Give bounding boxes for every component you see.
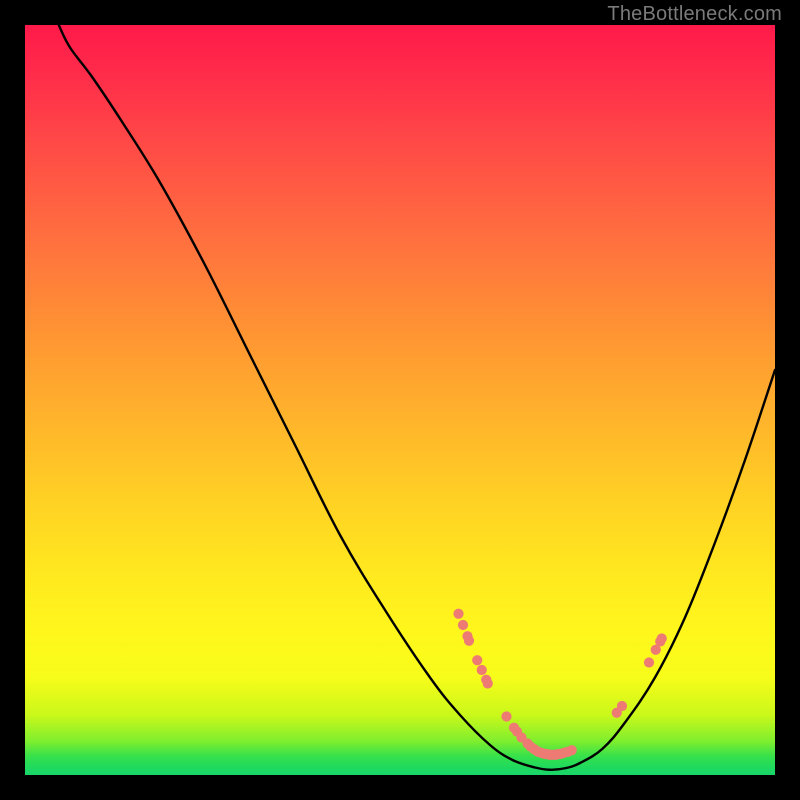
data-marker [458, 620, 468, 630]
bottleneck-curve [59, 25, 775, 770]
data-marker [472, 655, 482, 665]
data-marker [501, 711, 511, 721]
plot-area [25, 25, 775, 775]
attribution-text: TheBottleneck.com [607, 3, 782, 26]
data-marker [567, 745, 577, 755]
data-marker [453, 609, 463, 619]
data-marker [644, 657, 654, 667]
data-marker [477, 665, 487, 675]
chart-root: TheBottleneck.com [0, 0, 800, 800]
curve-layer [25, 25, 775, 775]
data-marker [483, 678, 493, 688]
data-markers [453, 609, 666, 760]
data-marker [617, 701, 627, 711]
data-marker [657, 633, 667, 643]
data-marker [464, 636, 474, 646]
